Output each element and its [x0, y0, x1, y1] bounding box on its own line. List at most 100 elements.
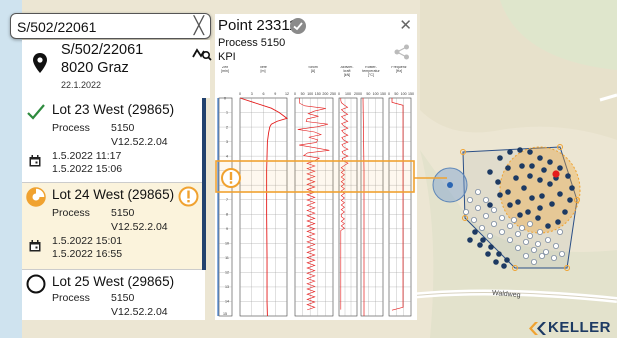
pending-point	[474, 204, 481, 211]
force-curve	[340, 98, 349, 310]
completed-point	[545, 223, 551, 229]
completed-point	[539, 193, 545, 199]
completed-point	[504, 257, 510, 263]
row-label: 0	[224, 97, 226, 101]
tick-label: 100	[345, 92, 351, 96]
lot-process-label: Process	[52, 292, 90, 304]
keller-logo-text: KELLER	[548, 319, 611, 336]
completed-point	[555, 219, 561, 225]
pending-point	[490, 220, 497, 227]
column-header: Tiefe [m]	[259, 66, 267, 73]
completed-point	[505, 165, 511, 171]
tick-label: 3	[251, 92, 253, 96]
row-label: 4	[226, 154, 228, 158]
lot-title: Lot 23 West (29865)	[52, 102, 175, 117]
calendar-icon	[29, 240, 41, 252]
completed-point	[537, 205, 543, 211]
completed-point	[557, 191, 563, 197]
column-frame	[294, 97, 334, 317]
completed-point	[565, 173, 571, 179]
completed-point	[519, 163, 525, 169]
pending-point	[527, 232, 534, 239]
tick-label: 0	[388, 92, 390, 96]
tick-label: 150	[408, 92, 414, 96]
completed-point	[541, 167, 547, 173]
tick-label: 100	[307, 92, 313, 96]
row-label: 10	[225, 242, 229, 246]
lot-item[interactable]: Lot 23 West (29865) Process 5150 V12.52.…	[22, 98, 205, 182]
keller-logo: KELLER	[529, 319, 617, 338]
column-frame	[388, 97, 412, 317]
tick-label: 9	[274, 92, 276, 96]
tick-label: 100	[373, 92, 379, 96]
warning-icon	[221, 168, 241, 188]
warning-icon[interactable]	[178, 186, 199, 207]
tick-label: 250	[330, 92, 336, 96]
lot-process-value: 5150	[111, 207, 135, 219]
tick-label: 50	[301, 92, 305, 96]
completed-point	[480, 237, 486, 243]
location-city: 8020 Graz	[61, 60, 129, 76]
keller-logo-icon	[529, 322, 546, 335]
pending-point	[498, 228, 505, 235]
checkmark-icon	[27, 104, 45, 120]
tick-label: 50	[394, 92, 398, 96]
completed-point	[493, 259, 499, 265]
point-kpi: KPI	[218, 51, 236, 63]
tick-label: 150	[380, 92, 386, 96]
lot-start-time: 1.5.2022 11:17	[52, 150, 122, 162]
tick-label: 6	[263, 92, 265, 96]
pending-point	[510, 216, 517, 223]
pending-point	[515, 230, 522, 237]
tick-label: 12	[285, 92, 289, 96]
lot-process-value: 5150	[111, 122, 135, 134]
completed-point	[497, 192, 503, 198]
lot-item[interactable]: Lot 25 West (29865) Process 5150 V12.52.…	[22, 270, 205, 320]
search-input[interactable]	[17, 17, 187, 36]
completed-point	[501, 263, 507, 269]
point-process: Process 5150	[218, 37, 286, 49]
lot-process-value: 5150	[111, 292, 135, 304]
completed-point	[535, 215, 541, 221]
lot-version: V12.52.2.04	[111, 221, 168, 233]
track-search-icon[interactable]	[192, 45, 212, 63]
highlighted-row[interactable]	[215, 160, 447, 196]
completed-point	[549, 201, 555, 207]
column-header: Rüttler-temperatur [°C]	[362, 66, 380, 77]
lot-item-selected[interactable]: Lot 24 West (29865) Process 5150 V12.52.…	[22, 183, 205, 269]
row-label: 9	[226, 227, 228, 231]
pending-point	[506, 222, 513, 229]
completed-point	[529, 163, 535, 169]
pending-point	[490, 206, 497, 213]
pending-point	[519, 224, 526, 231]
lot-end-time: 1.5.2022 15:06	[52, 163, 123, 175]
row-label: 12	[225, 271, 229, 275]
lot-version: V12.52.2.04	[111, 306, 168, 318]
column-header: Frequenz [Hz]	[391, 66, 406, 73]
close-icon[interactable]: ✕	[399, 16, 412, 34]
empty-circle-icon	[26, 274, 46, 294]
search-box[interactable]: ╳	[10, 13, 211, 39]
tick-label: 50	[366, 92, 370, 96]
completed-point	[467, 237, 473, 243]
completed-point	[537, 177, 543, 183]
completed-point	[527, 173, 533, 179]
lot-list-scrollbar[interactable]	[202, 98, 206, 270]
completed-point	[477, 242, 483, 248]
location-date: 22.1.2022	[61, 80, 102, 90]
pending-point	[462, 208, 469, 215]
share-icon[interactable]	[394, 44, 410, 60]
lot-title: Lot 25 West (29865)	[52, 274, 175, 289]
completed-point	[487, 169, 493, 175]
lot-end-time: 1.5.2022 16:55	[52, 248, 123, 260]
clear-search-icon[interactable]: ╳	[194, 15, 204, 37]
pending-point	[482, 212, 489, 219]
completed-point	[537, 155, 543, 161]
completed-point	[557, 165, 563, 171]
pending-point	[557, 228, 564, 235]
completed-point	[525, 209, 531, 215]
completed-point	[495, 179, 501, 185]
pending-point	[482, 196, 489, 203]
pending-point	[537, 228, 544, 235]
lot-process-label: Process	[52, 122, 90, 134]
